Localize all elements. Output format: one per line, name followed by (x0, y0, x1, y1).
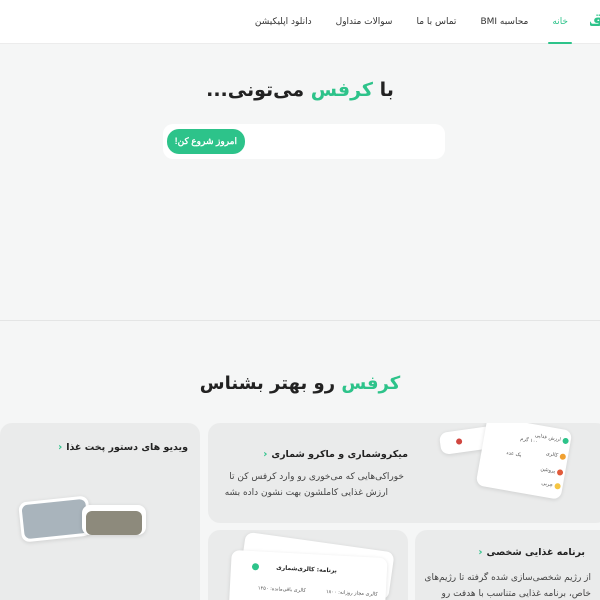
nav-item-bmi[interactable]: محاسبه BMI (468, 0, 540, 44)
features-brand: کرفس (341, 373, 401, 394)
video-mockup-frame-2 (82, 505, 146, 535)
hero-title: با کرفس می‌تونی... (206, 79, 394, 101)
calorie-counter-label: برنامه: کالری‌شماری (276, 564, 338, 575)
nav-item-contact[interactable]: تماس با ما (404, 0, 468, 44)
nav-item-faq[interactable]: سوالات متداول (324, 0, 405, 44)
feature-card-plan[interactable]: برنامه غذایی شخصی‹ از رژیم شخصی‌سازی شده… (415, 530, 600, 600)
top-navbar: قی خانه محاسبه BMI تماس با ما سوالات متد… (0, 0, 600, 44)
chevron-left-icon: ‹ (478, 547, 483, 558)
phone-mockup-front: ارزش غذایی ۱۰۰ گرم کالری یک عدد پروتئین … (475, 423, 573, 500)
bolt-icon (554, 482, 562, 490)
nav-item-home[interactable]: خانه (540, 0, 580, 44)
main-nav: خانه محاسبه BMI تماس با ما سوالات متداول… (243, 0, 580, 44)
chevron-left-icon: ‹ (263, 449, 268, 460)
feature-card-micro[interactable]: میکروشماری و ماکرو شماری‹ خوراکی‌هایی که… (208, 423, 600, 523)
food-thumbnail (86, 511, 142, 535)
feature-card-calorie[interactable]: برنامه: کالری‌شماری کالری مجاز روزانه: ۱… (208, 530, 408, 600)
video-card-title[interactable]: ویدیو های دستور پخت غذا‹ (58, 442, 188, 453)
apple-icon (556, 469, 564, 476)
features-title: کرفس رو بهتر بشناس (199, 373, 401, 394)
micro-card-title[interactable]: میکروشماری و ماکرو شماری‹ (263, 449, 408, 460)
leaf-icon (562, 437, 570, 445)
hero-cta-box: امروز شروع کن! (163, 124, 445, 159)
micro-card-line2: ارزش غذایی کاملشون بهت نشون داده بشه (224, 488, 388, 498)
video-mockup-frame (18, 495, 92, 543)
hero-section: با کرفس می‌تونی... امروز شروع کن! (0, 45, 600, 320)
tomato-icon (455, 438, 463, 445)
plan-card-line1: از رژیم شخصی‌سازی شده گرفته تا رژیم‌های (424, 573, 591, 583)
micro-card-line1: خوراکی‌هایی که می‌خوری رو وارد کرفس کن ت… (229, 472, 404, 482)
plan-card-title[interactable]: برنامه غذایی شخصی‹ (478, 547, 585, 558)
remaining-calories: کالری باقی‌مانده: ۱۲۵۰ (257, 585, 306, 594)
chevron-left-icon: ‹ (58, 442, 63, 453)
features-section: کرفس رو بهتر بشناس میکروشماری و ماکرو شم… (0, 321, 600, 600)
allowed-calories: کالری مجاز روزانه: ۱۸۰۰ (325, 588, 378, 598)
nav-item-download-app[interactable]: دانلود اپلیکیشن (243, 0, 324, 44)
hero-brand: کرفس (310, 79, 373, 101)
refresh-icon (251, 563, 260, 571)
calorie-mockup-front: برنامه: کالری‌شماری کالری مجاز روزانه: ۱… (228, 549, 388, 600)
video-thumbnail (21, 498, 89, 540)
feature-card-video[interactable]: ویدیو های دستور پخت غذا‹ (0, 423, 200, 600)
start-today-button[interactable]: امروز شروع کن! (166, 129, 245, 154)
app-logo[interactable]: قی (590, 10, 600, 32)
fire-icon (559, 453, 567, 461)
plan-card-line2: خاص، برنامه غذایی متناسب با هدفت رو (441, 589, 591, 599)
